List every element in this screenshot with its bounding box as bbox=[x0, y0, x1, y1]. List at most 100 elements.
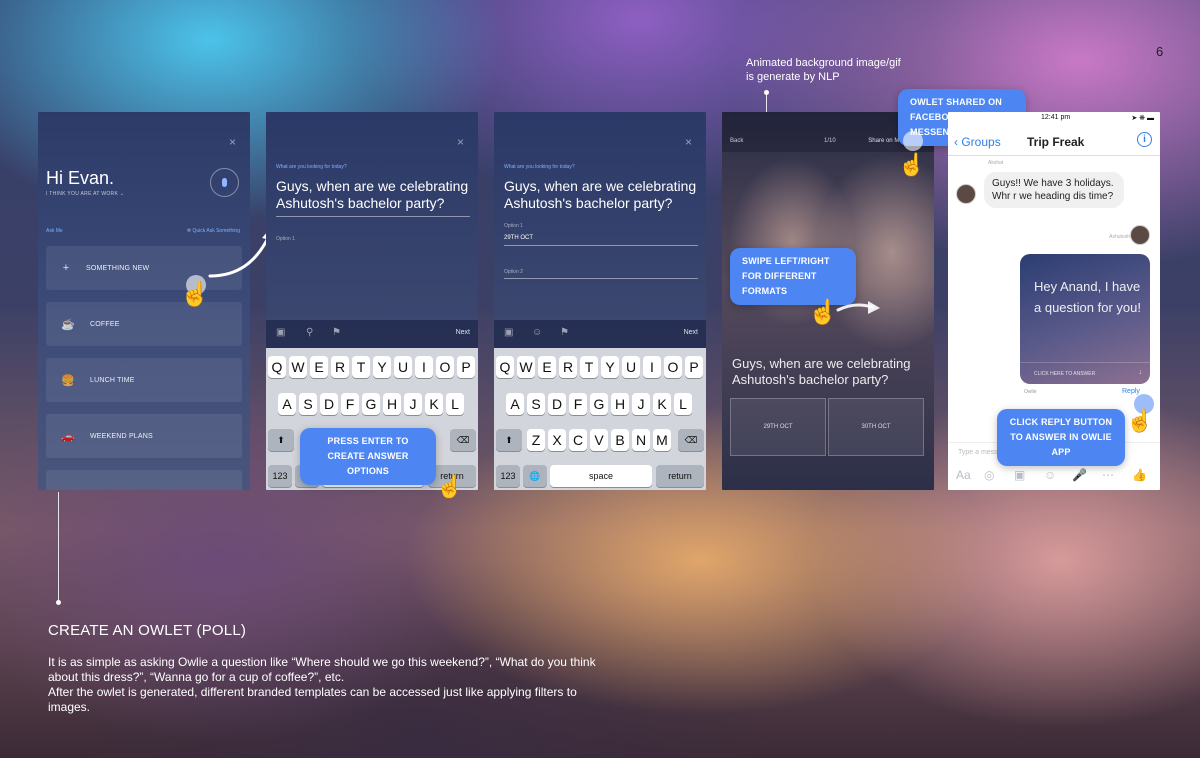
gallery-icon[interactable]: ▣ bbox=[1014, 468, 1025, 482]
shift-key[interactable]: ⬆ bbox=[496, 429, 522, 451]
card-coffee[interactable]: ☕ COFFEE bbox=[46, 302, 242, 346]
key-c[interactable]: C bbox=[569, 429, 587, 451]
like-icon[interactable]: 👍 bbox=[1132, 468, 1147, 482]
key-r[interactable]: R bbox=[559, 356, 577, 378]
key-e[interactable]: E bbox=[310, 356, 328, 378]
numbers-key[interactable]: 123 bbox=[496, 465, 520, 487]
key-j[interactable]: J bbox=[632, 393, 650, 415]
info-icon[interactable]: i bbox=[1137, 132, 1152, 147]
back-button[interactable]: Back bbox=[730, 138, 743, 144]
key-i[interactable]: I bbox=[415, 356, 433, 378]
option-1-input[interactable]: 29TH OCT bbox=[504, 235, 533, 241]
next-button[interactable]: Next bbox=[456, 329, 470, 336]
numbers-key[interactable]: 123 bbox=[268, 465, 292, 487]
question-input[interactable]: Guys, when are we celebrating Ashutosh's… bbox=[276, 178, 472, 212]
key-v[interactable]: V bbox=[590, 429, 608, 451]
delete-key[interactable]: ⌫ bbox=[450, 429, 476, 451]
owlet-card-footer[interactable]: CLICK HERE TO ANSWER ↓ bbox=[1020, 362, 1150, 384]
key-k[interactable]: K bbox=[653, 393, 671, 415]
key-t[interactable]: T bbox=[580, 356, 598, 378]
reply-button[interactable]: Reply bbox=[1122, 388, 1140, 395]
card-label: WEEKEND PLANS bbox=[90, 432, 153, 440]
keyboard: Q W E R T Y U I O P A S D F G H J K L ⬆ … bbox=[494, 348, 706, 490]
key-y[interactable]: Y bbox=[373, 356, 391, 378]
card-lunch-time[interactable]: 🍔 LUNCH TIME bbox=[46, 358, 242, 402]
emoji-icon[interactable]: ☺ bbox=[1044, 468, 1056, 482]
key-j[interactable]: J bbox=[404, 393, 422, 415]
key-h[interactable]: H bbox=[611, 393, 629, 415]
key-f[interactable]: F bbox=[569, 393, 587, 415]
key-a[interactable]: A bbox=[506, 393, 524, 415]
delete-key[interactable]: ⌫ bbox=[678, 429, 704, 451]
key-y[interactable]: Y bbox=[601, 356, 619, 378]
card-weekend-plans[interactable]: 🚗 WEEKEND PLANS bbox=[46, 414, 242, 458]
back-to-groups-button[interactable]: ‹ Groups bbox=[954, 135, 1001, 149]
key-d[interactable]: D bbox=[548, 393, 566, 415]
key-p[interactable]: P bbox=[457, 356, 475, 378]
key-f[interactable]: F bbox=[341, 393, 359, 415]
key-i[interactable]: I bbox=[643, 356, 661, 378]
image-icon[interactable]: ▣ bbox=[276, 327, 285, 338]
link-icon[interactable]: ⚲ bbox=[306, 327, 313, 338]
key-a[interactable]: A bbox=[278, 393, 296, 415]
image-icon[interactable]: ▣ bbox=[504, 327, 513, 338]
key-u[interactable]: U bbox=[622, 356, 640, 378]
question-underline bbox=[276, 216, 470, 217]
key-g[interactable]: G bbox=[362, 393, 380, 415]
key-p[interactable]: P bbox=[685, 356, 703, 378]
key-x[interactable]: X bbox=[548, 429, 566, 451]
my-name: Ashutosh bbox=[1109, 234, 1130, 240]
more-icon[interactable]: ⋯ bbox=[1102, 468, 1114, 482]
body-paragraph: After the owlet is generated, different … bbox=[48, 685, 577, 714]
key-w[interactable]: W bbox=[289, 356, 307, 378]
key-s[interactable]: S bbox=[527, 393, 545, 415]
key-k[interactable]: K bbox=[425, 393, 443, 415]
key-q[interactable]: Q bbox=[268, 356, 286, 378]
location-icon[interactable]: ⚑ bbox=[560, 327, 569, 338]
text-format-icon[interactable]: Aa bbox=[956, 468, 971, 482]
key-r[interactable]: R bbox=[331, 356, 349, 378]
card-partial[interactable] bbox=[46, 470, 242, 490]
microphone-icon[interactable] bbox=[210, 168, 239, 197]
poll-option-1[interactable]: 29TH OCT bbox=[730, 398, 826, 456]
return-key[interactable]: return bbox=[656, 465, 704, 487]
option-1-placeholder[interactable]: Option 1 bbox=[276, 236, 295, 242]
poll-option-2[interactable]: 30TH OCT bbox=[828, 398, 924, 456]
key-z[interactable]: Z bbox=[527, 429, 545, 451]
key-e[interactable]: E bbox=[538, 356, 556, 378]
key-o[interactable]: O bbox=[436, 356, 454, 378]
owlet-card[interactable]: Hey Anand, I have a question for you! CL… bbox=[1020, 254, 1150, 384]
key-d[interactable]: D bbox=[320, 393, 338, 415]
question-text[interactable]: Guys, when are we celebrating Ashutosh's… bbox=[504, 178, 700, 212]
key-n[interactable]: N bbox=[632, 429, 650, 451]
key-o[interactable]: O bbox=[664, 356, 682, 378]
microphone-icon[interactable]: 🎤 bbox=[1072, 468, 1087, 482]
key-l[interactable]: L bbox=[446, 393, 464, 415]
globe-icon[interactable]: 🌐 bbox=[523, 465, 547, 487]
emoji-icon[interactable]: ☺ bbox=[532, 327, 542, 338]
key-t[interactable]: T bbox=[352, 356, 370, 378]
key-m[interactable]: M bbox=[653, 429, 671, 451]
key-h[interactable]: H bbox=[383, 393, 401, 415]
option-2-label[interactable]: Option 2 bbox=[504, 269, 523, 275]
key-g[interactable]: G bbox=[590, 393, 608, 415]
key-w[interactable]: W bbox=[517, 356, 535, 378]
key-u[interactable]: U bbox=[394, 356, 412, 378]
key-s[interactable]: S bbox=[299, 393, 317, 415]
camera-icon[interactable]: ◎ bbox=[984, 468, 994, 482]
close-icon[interactable]: × bbox=[457, 135, 464, 149]
avatar[interactable] bbox=[1130, 225, 1150, 245]
key-l[interactable]: L bbox=[674, 393, 692, 415]
close-icon[interactable]: × bbox=[229, 135, 236, 149]
next-button[interactable]: Next bbox=[684, 329, 698, 336]
key-b[interactable]: B bbox=[611, 429, 629, 451]
close-icon[interactable]: × bbox=[685, 135, 692, 149]
hand-pointer-icon: ☝ bbox=[436, 474, 464, 499]
space-key[interactable]: space bbox=[550, 465, 652, 487]
context-label[interactable]: I THINK YOU ARE AT WORK ⌄ bbox=[46, 191, 124, 197]
shift-key[interactable]: ⬆ bbox=[268, 429, 294, 451]
question-text: Guys, when are we celebrating Ashutosh's… bbox=[732, 356, 911, 387]
location-icon[interactable]: ⚑ bbox=[332, 327, 341, 338]
avatar[interactable] bbox=[956, 184, 976, 204]
key-q[interactable]: Q bbox=[496, 356, 514, 378]
